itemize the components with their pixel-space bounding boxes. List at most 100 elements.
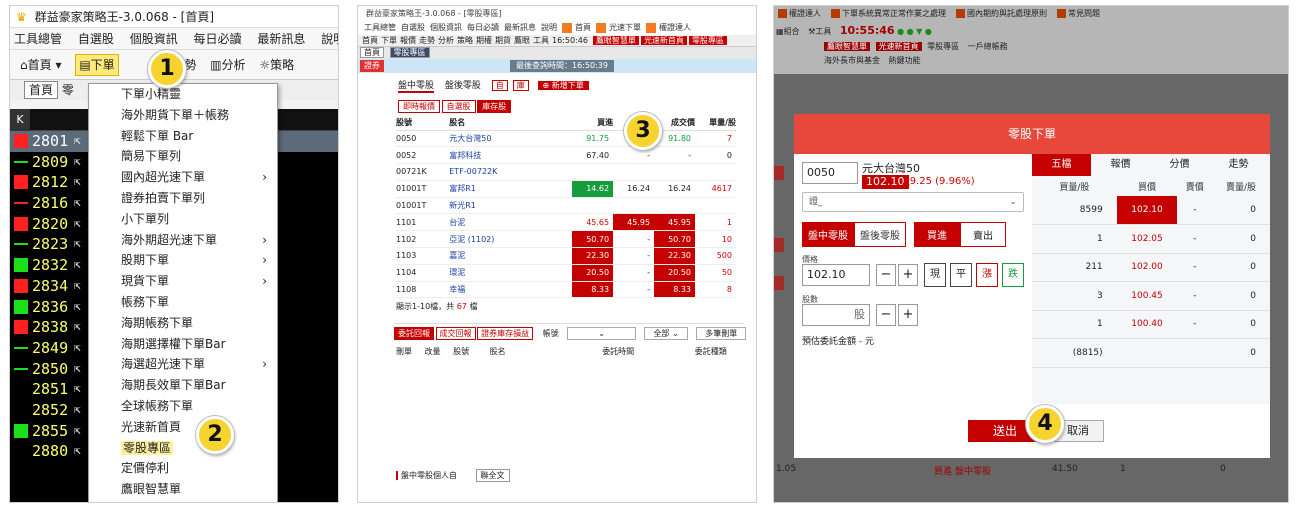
price-type-limit-down[interactable]: 跌 [1002,263,1024,287]
table-row[interactable]: 1102 亞泥 (1102) 50.70-50.70 10 [396,230,736,249]
stock-name-cell[interactable]: 富邦R1 [449,180,573,198]
table-row[interactable]: 00721K ETF-00722K [396,163,736,181]
menu-stock-info[interactable]: 個股資訊 [130,32,178,46]
tools-button[interactable]: ⚒工具 [808,27,831,36]
menu-item[interactable]: 工具總管 [364,23,396,32]
filter-inventory[interactable]: 庫存股 [477,100,512,113]
price-type-market[interactable]: 現 [924,263,946,287]
one-account-link[interactable]: 一戶總帳務 [968,42,1008,51]
menu-item[interactable]: 最新訊息 [504,23,536,32]
filter-watchlist[interactable]: 自選股 [441,100,476,113]
grid-header-k[interactable]: K [10,109,30,131]
intraday-odd-lot-button[interactable]: 盤中零股 [802,222,854,247]
menu-item[interactable]: 帳務下單 [89,292,277,313]
pin-icon[interactable]: ⇱ [74,255,81,276]
pin-icon[interactable]: ⇱ [74,400,81,421]
toolbar-order-button[interactable]: ▤下單 [75,54,119,76]
order-book-row[interactable]: 8599 102.10-0 [1032,196,1270,225]
order-book-row[interactable]: (8815) 0 [1032,338,1270,368]
ask-price-cell[interactable]: - [1177,196,1213,225]
add-order-button[interactable]: ⊕ 新增下單 [537,81,589,90]
stock-name-cell[interactable]: 台泥 [449,213,573,232]
menu-item[interactable]: 個股資訊 [430,23,462,32]
pin-icon[interactable]: ⇱ [74,234,81,255]
bid-price-cell[interactable] [1116,338,1178,368]
menu-item[interactable]: 說明 [541,23,557,32]
tab-home[interactable]: 首頁 [24,81,59,99]
pin-icon[interactable]: ⇱ [74,276,81,297]
bid-price-cell[interactable]: 100.40 [1116,310,1178,339]
stock-name-cell[interactable]: 幸福 [449,281,573,299]
qty-minus-button[interactable]: − [876,304,896,326]
tab-price-dist[interactable]: 分價 [1150,154,1209,176]
menu-item[interactable]: 國內超光速下單 › [89,167,277,188]
table-row[interactable]: 0052 富邦科技 67.40- -0 [396,146,736,165]
bid-price-cell[interactable]: 102.00 [1116,253,1178,282]
hotkey-link[interactable]: 熱鍵功能 [889,56,921,65]
tab-zero-share-zone[interactable]: 零股專區 [389,47,430,58]
menu-item[interactable]: 光速新首頁 [89,417,277,438]
menu-item[interactable]: 輕鬆下單 Bar [89,126,277,147]
menu-item[interactable]: 全球帳務下單 [89,396,277,417]
footer-button[interactable]: 聯全文 [475,469,510,482]
menu-item[interactable]: 零股專區 [89,438,277,459]
pin-icon[interactable]: ⇱ [74,214,81,235]
buy-button[interactable]: 買進 [914,222,960,247]
zero-zone-link[interactable]: 零股專區 [927,42,959,51]
quick-button[interactable]: 鷹眼 [514,36,530,45]
bid-price-cell[interactable]: 100.45 [1116,281,1178,311]
pin-icon[interactable]: ⇱ [74,172,81,193]
tab-trend[interactable]: 走勢 [1209,154,1268,176]
stock-name-cell[interactable]: 環泥 [449,264,573,282]
pin-icon[interactable]: ⇱ [74,297,81,318]
price-plus-button[interactable]: + [898,264,918,286]
menu-item[interactable]: 現貨下單 › [89,271,277,292]
quick-red-button[interactable]: 光速新首頁 [640,36,687,45]
tab-order-report[interactable]: 委託回報 [394,327,434,340]
order-book-row[interactable]: 3 100.45-0 [1032,281,1270,311]
stock-name-cell[interactable]: 亞泥 (1102) [449,230,573,249]
filter-stock-button[interactable]: 庫 [512,80,529,91]
quick-button[interactable]: 16:50:46 [552,36,588,45]
pin-icon[interactable]: ⇱ [74,131,81,152]
quick-button[interactable]: 報價 [400,36,416,45]
stock-name-cell[interactable]: 富邦科技 [449,146,573,165]
order-book-row[interactable]: 1 102.05-0 [1032,224,1270,254]
qty-plus-button[interactable]: + [898,304,918,326]
menu-item[interactable]: 下單小精靈 [89,84,277,105]
menu-item[interactable]: 海期帳務下單 [89,313,277,334]
stock-name-cell[interactable]: 嘉泥 [449,247,573,265]
after-hours-odd-lot-button[interactable]: 盤後零股 [854,222,906,247]
price-type-limit-up[interactable]: 漲 [976,263,998,287]
table-row[interactable]: 1108 幸福 8.33-8.33 8 [396,281,736,299]
pin-icon[interactable]: ⇱ [74,359,81,380]
ask-price-cell[interactable]: - [1177,310,1213,339]
quick-button[interactable]: 期權 [476,36,492,45]
menu-news[interactable]: 最新訊息 [257,32,305,46]
price-input[interactable]: 102.10 [802,264,870,286]
price-minus-button[interactable]: − [876,264,896,286]
table-row[interactable]: 1104 環泥 20.50-20.50 50 [396,264,736,282]
table-row[interactable]: 01001T 富邦R1 14.62 16.24 16.24 4617 [396,180,736,198]
overseas-link[interactable]: 海外長市與基金 [824,56,880,65]
menu-help[interactable]: 說明 [321,32,338,46]
order-book-row[interactable]: 1 100.40-0 [1032,310,1270,339]
pin-icon[interactable]: ⇱ [74,421,81,442]
menu-item[interactable]: 鷹眼智慧單 [89,479,277,500]
menu-daily[interactable]: 每日必讀 [194,32,242,46]
tab-quotes[interactable]: 報價 [1091,154,1150,176]
menu-item[interactable]: 自選股 [401,23,425,32]
table-row[interactable]: 1103 嘉泥 22.30-22.30 500 [396,247,736,265]
pin-icon[interactable]: ⇱ [74,441,81,462]
stock-name-cell[interactable]: 新光R1 [449,197,573,215]
stock-name-cell[interactable]: 元大台灣50 [449,130,573,148]
pin-icon[interactable]: ⇱ [74,338,81,359]
table-row[interactable]: 01001T 新光R1 [396,197,736,215]
tab-home[interactable]: 首頁 [360,47,384,58]
stock-name-cell[interactable]: ETF-00722K [449,163,573,181]
quick-button[interactable]: 首頁 [362,36,378,45]
table-row[interactable]: 1101 台泥 45.65 45.95 45.95 1 [396,213,736,232]
menu-tools[interactable]: 工具總管 [14,32,62,46]
order-book-row[interactable]: 211 102.00-0 [1032,253,1270,282]
pin-icon[interactable]: ⇱ [74,317,81,338]
